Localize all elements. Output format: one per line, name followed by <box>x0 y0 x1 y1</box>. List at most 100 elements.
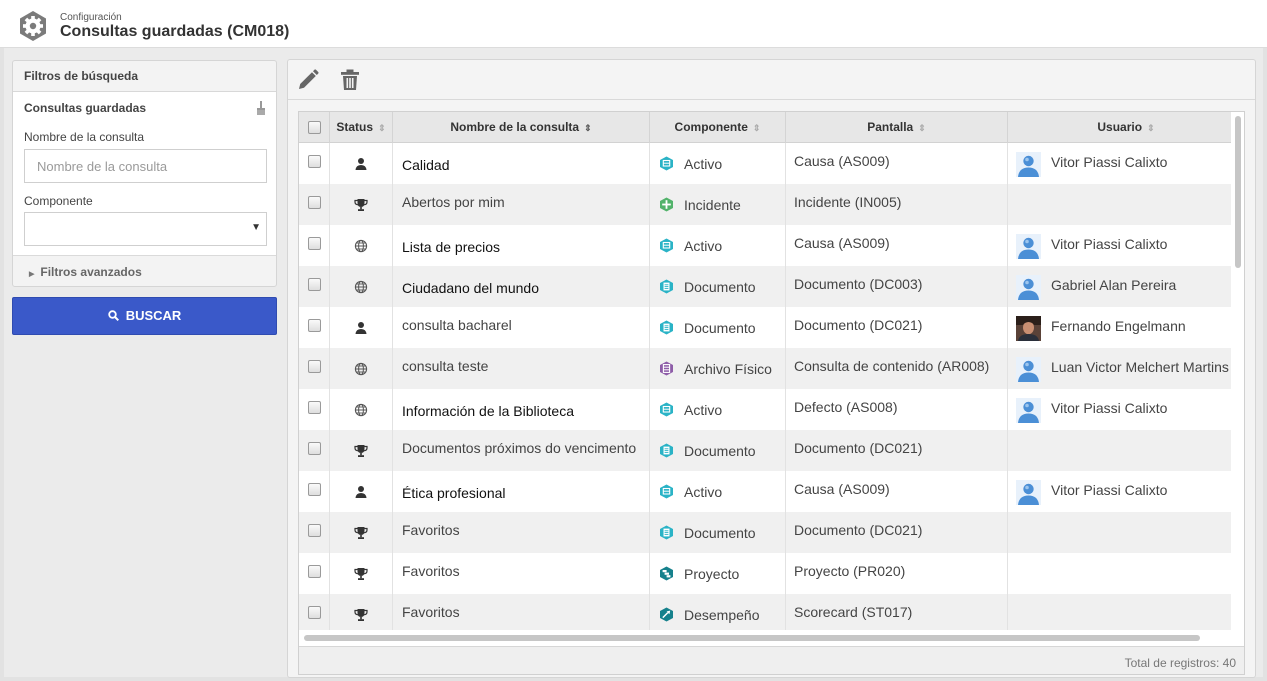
component-name: Activo <box>684 402 723 418</box>
sort-asc-icon: ⇕ <box>584 123 592 133</box>
status-cell <box>330 307 393 348</box>
table-row[interactable]: Favoritos Desempeño Scorecard (ST017) <box>299 594 1231 630</box>
query-name: Lista de precios <box>402 239 501 255</box>
query-name-cell: Abertos por mim <box>393 184 650 225</box>
column-header-screen[interactable]: Pantalla ⇕ <box>786 112 1008 143</box>
table-row[interactable]: consulta teste Archivo Físico Consulta de … <box>299 348 1231 389</box>
screen-name: Incidente (IN005) <box>794 194 902 210</box>
table-row[interactable]: Calidad Activo Causa (AS009) Vitor Piassi C… <box>299 143 1231 184</box>
table-row[interactable]: Favoritos Documento Documento (DC021) <box>299 512 1231 553</box>
component-name: Activo <box>684 156 723 172</box>
row-checkbox[interactable] <box>308 360 321 373</box>
component-name: Archivo Físico <box>684 361 772 377</box>
table-row[interactable]: Documentos próximos do vencimento Documen… <box>299 430 1231 471</box>
screen-cell: Documento (DC021) <box>786 512 1008 553</box>
row-select-cell <box>299 266 330 307</box>
user-cell: Vitor Piassi Calixto <box>1008 389 1231 430</box>
caret-right-icon: ▶ <box>29 271 35 278</box>
pencil-icon[interactable] <box>296 68 320 92</box>
table-row[interactable]: Abertos por mim Incidente Incidente (IN005… <box>299 184 1231 225</box>
query-name-input[interactable] <box>24 149 267 183</box>
user-cell: Luan Victor Melchert Martins <box>1008 348 1231 389</box>
row-checkbox[interactable] <box>308 483 321 496</box>
component-cell: Desempeño <box>650 594 786 630</box>
row-checkbox[interactable] <box>308 319 321 332</box>
screen-name: Causa (AS009) <box>794 153 890 169</box>
clear-filters-icon[interactable] <box>256 101 266 115</box>
row-select-cell <box>299 512 330 553</box>
component-cell: Documento <box>650 307 786 348</box>
row-checkbox[interactable] <box>308 155 321 168</box>
user-cell <box>1008 430 1231 471</box>
screen-cell: Documento (DC021) <box>786 430 1008 471</box>
status-cell <box>330 348 393 389</box>
query-name-cell: Lista de precios <box>393 225 650 266</box>
query-name-cell: Calidad <box>393 143 650 184</box>
table-row[interactable]: Favoritos Proyecto Proyecto (PR020) <box>299 553 1231 594</box>
screen-name: Causa (AS009) <box>794 481 890 497</box>
component-cell: Documento <box>650 430 786 471</box>
table-row[interactable]: Ética profesional Activo Causa (AS009) Vito… <box>299 471 1231 512</box>
row-checkbox[interactable] <box>308 524 321 537</box>
query-name: Información de la Biblioteca <box>402 403 574 419</box>
column-header-name[interactable]: Nombre de la consulta ⇕ <box>393 112 650 143</box>
search-button[interactable]: BUSCAR <box>12 297 277 335</box>
column-header-status[interactable]: Status ⇕ <box>330 112 393 143</box>
sort-icon: ⇕ <box>918 123 926 133</box>
trash-icon[interactable] <box>338 68 362 92</box>
row-checkbox[interactable] <box>308 565 321 578</box>
screen-name: Documento (DC021) <box>794 440 923 456</box>
row-select-cell <box>299 307 330 348</box>
column-header-user[interactable]: Usuario ⇕ <box>1008 112 1244 143</box>
component-cell: Documento <box>650 266 786 307</box>
row-checkbox[interactable] <box>308 237 321 250</box>
row-checkbox[interactable] <box>308 196 321 209</box>
column-header-component[interactable]: Componente ⇕ <box>650 112 786 143</box>
page-header: Configuración Consultas guardadas (CM018… <box>0 0 1267 48</box>
row-checkbox[interactable] <box>308 278 321 291</box>
query-name-cell: Ciudadano del mundo <box>393 266 650 307</box>
screen-cell: Incidente (IN005) <box>786 184 1008 225</box>
horizontal-scrollbar[interactable] <box>304 635 1200 641</box>
component-name: Desempeño <box>684 607 760 623</box>
table-row[interactable]: Ciudadano del mundo Documento Documento (D… <box>299 266 1231 307</box>
component-cell: Activo <box>650 471 786 512</box>
user-name: Fernando Engelmann <box>1051 318 1186 334</box>
results-panel: Status ⇕ Nombre de la consulta ⇕ Component… <box>287 59 1256 678</box>
row-select-cell <box>299 430 330 471</box>
query-name: consulta bacharel <box>402 317 512 333</box>
screen-cell: Defecto (AS008) <box>786 389 1008 430</box>
component-name: Documento <box>684 279 756 295</box>
row-checkbox[interactable] <box>308 401 321 414</box>
query-name-cell: consulta bacharel <box>393 307 650 348</box>
row-select-cell <box>299 225 330 266</box>
row-select-cell <box>299 389 330 430</box>
table-row[interactable]: Lista de precios Activo Causa (AS009) Vitor… <box>299 225 1231 266</box>
screen-name: Scorecard (ST017) <box>794 604 913 620</box>
user-name: Vitor Piassi Calixto <box>1051 482 1168 498</box>
query-name-cell: Favoritos <box>393 553 650 594</box>
advanced-filters-toggle[interactable]: ▶ Filtros avanzados <box>13 255 276 287</box>
filters-panel-title: Filtros de búsqueda <box>13 61 276 92</box>
row-checkbox[interactable] <box>308 606 321 619</box>
table-row[interactable]: Información de la Biblioteca Activo Defect… <box>299 389 1231 430</box>
vertical-scrollbar[interactable] <box>1235 116 1241 268</box>
advanced-filters-label: Filtros avanzados <box>40 265 142 279</box>
status-cell <box>330 471 393 512</box>
component-name: Proyecto <box>684 566 740 582</box>
select-all-header <box>299 112 330 143</box>
component-select[interactable]: ▼ <box>24 212 267 246</box>
row-select-cell <box>299 348 330 389</box>
results-table: Status ⇕ Nombre de la consulta ⇕ Component… <box>298 111 1245 675</box>
screen-name: Consulta de contenido (AR008) <box>794 358 990 374</box>
row-checkbox[interactable] <box>308 442 321 455</box>
table-row[interactable]: consulta bacharel Documento Documento (DC0… <box>299 307 1231 348</box>
user-cell: Gabriel Alan Pereira <box>1008 266 1231 307</box>
select-all-checkbox[interactable] <box>308 121 321 134</box>
query-name-cell: Ética profesional <box>393 471 650 512</box>
component-cell: Proyecto <box>650 553 786 594</box>
user-cell: Vitor Piassi Calixto <box>1008 471 1231 512</box>
row-select-cell <box>299 184 330 225</box>
query-name-cell: Documentos próximos do vencimento <box>393 430 650 471</box>
user-name: Vitor Piassi Calixto <box>1051 154 1168 170</box>
